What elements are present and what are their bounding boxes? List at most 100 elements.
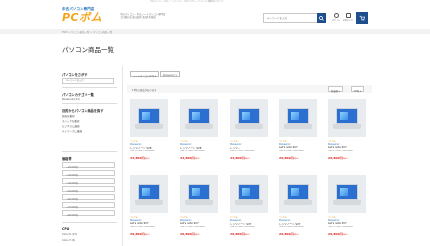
purpose-item[interactable]: ビジネスに最適: [62, 124, 80, 128]
product-image[interactable]: [130, 99, 168, 137]
purpose-item[interactable]: 価格を重視: [62, 114, 75, 118]
product-image[interactable]: [230, 175, 268, 213]
product-card[interactable]: ランクA Panasonic レッツノート SV7 Core i5 / 8GB …: [279, 175, 317, 237]
product-price: 29,800円(税込): [328, 156, 348, 160]
price-range-option[interactable]: 〜50,000円: [62, 186, 115, 193]
price-tax: (税込): [342, 234, 348, 236]
logo-main: PCボム: [62, 11, 103, 24]
product-price: 33,800円(税込): [180, 156, 200, 160]
product-name[interactable]: Let's note SV7: [328, 146, 366, 149]
price-range-label: 〜30,000円: [66, 173, 79, 177]
divider: [62, 222, 117, 223]
product-name[interactable]: Let's note SV7: [180, 222, 218, 225]
product-price: 29,800円(税込): [180, 232, 200, 236]
cpu-item[interactable]: Core i5 (13): [62, 233, 77, 236]
price-range-option[interactable]: 〜70,000円: [62, 202, 115, 209]
price-tax: (税込): [244, 158, 250, 160]
windows-logo-icon: [291, 112, 299, 120]
filter-chip[interactable]: ノートパソコン(13) ×: [130, 71, 160, 78]
product-card[interactable]: ランクA Panasonic Let's note SV7 Core i5 / …: [328, 175, 366, 237]
product-spec: Core i5 / 8GB / SSD256GB: [180, 150, 205, 152]
sort-select[interactable]: 新着順 ▾: [328, 86, 343, 93]
windows-logo-icon: [192, 112, 200, 120]
price-value: 29,800円: [279, 156, 294, 160]
product-card[interactable]: ランクA Panasonic レッツノート SV8 Core i5 / 8GB …: [180, 99, 218, 161]
product-price: 33,800円(税込): [230, 156, 250, 160]
price-value: 29,800円: [279, 232, 294, 236]
product-card[interactable]: ランクA Panasonic レッツ... Core i5 / 8GB / SS…: [230, 99, 268, 161]
product-price: 29,800円(税込): [130, 232, 150, 236]
tagline-line-2: 土日祝日も当日出荷 全品1年保証: [120, 16, 156, 19]
search-icon: [319, 15, 324, 21]
product-card[interactable]: ランクA Panasonic Let's note SV7 Core i5 / …: [180, 175, 218, 237]
windows-logo-icon: [242, 112, 250, 120]
price-tax: (税込): [244, 234, 250, 236]
cpu-item[interactable]: Core i7 (0): [62, 239, 75, 242]
windows-logo-icon: [340, 188, 348, 196]
login-link[interactable]: ログイン: [331, 12, 341, 24]
price-value: 29,800円: [180, 232, 195, 236]
site-logo[interactable]: 中古パソコン専門店 PCボム: [62, 7, 108, 24]
favorites-link[interactable]: お気に入り: [343, 12, 353, 24]
price-tax: (税込): [293, 234, 299, 236]
product-spec: Core i5 / 8GB / SSD256GB: [230, 150, 255, 152]
product-image[interactable]: [279, 99, 317, 137]
price-range-option[interactable]: 〜60,000円: [62, 194, 115, 201]
sidebar-keyword-input[interactable]: [62, 78, 114, 84]
price-value: 29,800円: [328, 156, 343, 160]
price-tax: (税込): [194, 234, 200, 236]
price-tax: (税込): [144, 158, 150, 160]
product-image[interactable]: [230, 99, 268, 137]
price-range-option[interactable]: 〜20,000円: [62, 162, 115, 169]
price-range-label: 〜20,000円: [66, 165, 79, 169]
product-image[interactable]: [180, 175, 218, 213]
product-image[interactable]: [130, 175, 168, 213]
windows-logo-icon: [142, 112, 150, 120]
product-card[interactable]: ランクA Panasonic Let's note SV7 Core i5 / …: [328, 99, 366, 161]
windows-logo-icon: [340, 112, 348, 120]
product-price: 29,800円(税込): [279, 156, 299, 160]
page-title: パソコン商品一覧: [62, 46, 114, 54]
price-range-option[interactable]: 〜40,000円: [62, 178, 115, 185]
product-spec: Core i5 / 8GB / SSD256GB: [230, 226, 255, 228]
login-label: ログイン: [331, 20, 340, 22]
user-icon: [333, 13, 339, 18]
purpose-item[interactable]: スペックを重視: [62, 119, 79, 123]
category-item[interactable]: Panasonic(13): [62, 98, 80, 101]
windows-logo-icon: [192, 188, 200, 196]
column-divider: [122, 66, 123, 246]
price-value: 29,800円: [328, 232, 343, 236]
heart-icon: [345, 13, 351, 18]
product-spec: Core i5 / 8GB / SSD256GB: [130, 150, 155, 152]
price-range-option[interactable]: 〜80,000円: [62, 210, 115, 217]
purpose-item[interactable]: テレワークに最適: [62, 129, 82, 133]
price-range-label: 〜50,000円: [66, 189, 79, 193]
price-value: 33,800円: [180, 156, 195, 160]
cart-button[interactable]: [356, 12, 368, 24]
price-range-label: 〜80,000円: [66, 213, 79, 217]
product-image[interactable]: [328, 175, 366, 213]
product-image[interactable]: [180, 99, 218, 137]
per-page-select[interactable]: 20件 ▾: [351, 86, 365, 93]
breadcrumb[interactable]: TOP > パソコン商品一覧 > パソコン商品一覧: [62, 30, 112, 34]
product-card[interactable]: ランクA Panasonic レッツノート SV7 Core i5 / 8GB …: [230, 175, 268, 237]
cart-icon: [359, 15, 365, 21]
price-range-option[interactable]: 〜30,000円: [62, 170, 115, 177]
price-range-label: 〜40,000円: [66, 181, 79, 185]
product-card[interactable]: ランクA Panasonic レッツノート SV8 Core i5 / 8GB …: [130, 99, 168, 161]
product-name[interactable]: Let's note SV7: [328, 222, 366, 225]
product-spec: Core i5 / 8GB / SSD256GB: [180, 226, 205, 228]
windows-logo-icon: [142, 188, 150, 196]
filter-chip[interactable]: Panasonic ×: [160, 71, 181, 77]
product-image[interactable]: [328, 99, 366, 137]
product-name[interactable]: Let's note SV7: [130, 222, 168, 225]
product-card[interactable]: ランクA Panasonic Let's note SV7 Core i5 / …: [130, 175, 168, 237]
product-card[interactable]: ランクA Panasonic Let's note SV7 Core i5 / …: [279, 99, 317, 161]
product-spec: Core i5 / 8GB / SSD256GB: [130, 226, 155, 228]
header-tagline: 中古パソコン・中古ノートパソコン専門店 土日祝日も当日出荷 全品1年保証: [120, 13, 165, 19]
product-name[interactable]: Let's note SV7: [279, 146, 317, 149]
price-value: 29,800円: [230, 232, 245, 236]
search-button[interactable]: [317, 13, 326, 23]
product-image[interactable]: [279, 175, 317, 213]
price-tax: (税込): [144, 234, 150, 236]
